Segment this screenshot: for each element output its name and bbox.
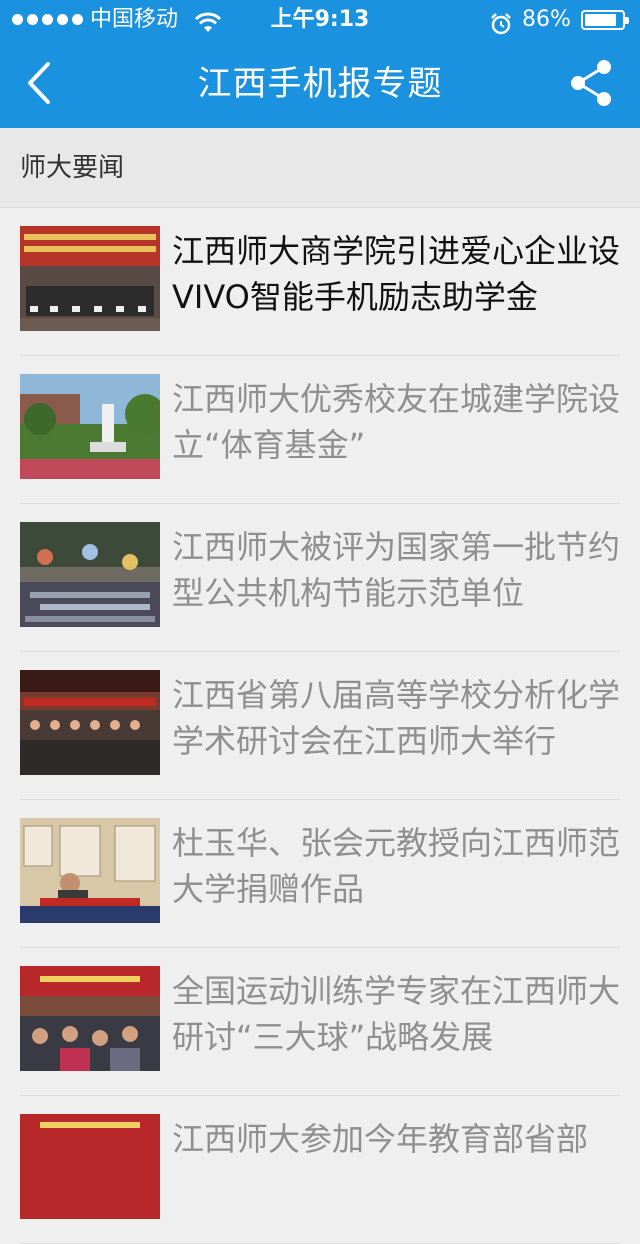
list-item[interactable]: 杜玉华、张会元教授向江西师范大学捐赠作品 <box>20 800 620 948</box>
article-title: 杜玉华、张会元教授向江西师范大学捐赠作品 <box>172 824 621 908</box>
battery-percentage: 86% <box>522 7 571 32</box>
article-thumbnail <box>20 818 160 923</box>
list-item[interactable]: 江西省第八届高等学校分析化学学术研讨会在江西师大举行 <box>20 652 620 800</box>
list-item[interactable]: 全国运动训练学专家在江西师大研讨“三大球”战略发展 <box>20 948 620 1096</box>
list-item[interactable]: 江西师大参加今年教育部省部 <box>20 1096 620 1244</box>
article-title: 江西师大参加今年教育部省部 <box>172 1120 589 1158</box>
article-title: 江西省第八届高等学校分析化学学术研讨会在江西师大举行 <box>172 676 621 760</box>
page-title: 江西手机报专题 <box>197 64 443 104</box>
article-title: 江西师大被评为国家第一批节约型公共机构节能示范单位 <box>172 528 621 612</box>
section-header: 师大要闻 <box>0 128 640 208</box>
article-title: 江西师大商学院引进爱心企业设VIVO智能手机励志助学金 <box>172 232 621 316</box>
article-thumbnail <box>20 226 160 331</box>
article-thumbnail <box>20 374 160 479</box>
nav-bar: 江西手机报专题 <box>0 40 640 128</box>
list-item[interactable]: 江西师大被评为国家第一批节约型公共机构节能示范单位 <box>20 504 620 652</box>
battery-icon <box>581 10 629 30</box>
article-thumbnail <box>20 522 160 627</box>
list-item[interactable]: 江西师大商学院引进爱心企业设VIVO智能手机励志助学金 <box>20 208 620 356</box>
share-button[interactable] <box>566 58 616 108</box>
article-list: 江西师大商学院引进爱心企业设VIVO智能手机励志助学金 江西师大优秀校友在城建学… <box>0 208 640 1244</box>
section-title: 师大要闻 <box>20 153 125 183</box>
article-thumbnail <box>20 1114 160 1219</box>
status-bar: 中国移动 上午9:13 86% <box>0 0 640 40</box>
article-thumbnail <box>20 966 160 1071</box>
share-icon <box>571 60 611 106</box>
article-title: 江西师大优秀校友在城建学院设立“体育基金” <box>172 380 621 464</box>
article-thumbnail <box>20 670 160 775</box>
article-title: 全国运动训练学专家在江西师大研讨“三大球”战略发展 <box>172 972 621 1056</box>
list-item[interactable]: 江西师大优秀校友在城建学院设立“体育基金” <box>20 356 620 504</box>
